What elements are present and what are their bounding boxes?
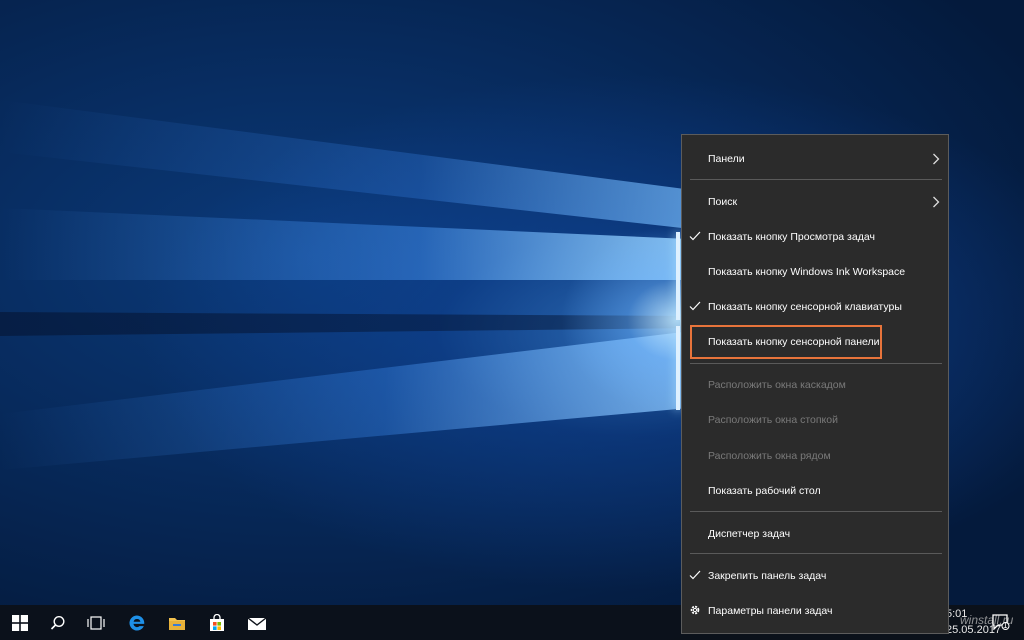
menu-separator [690,553,942,554]
menu-item-label: Расположить окна рядом [708,450,831,462]
menu-item-stack-windows: Расположить окна стопкой [682,405,948,435]
search-icon [50,615,66,631]
menu-item-show-touch-keyboard[interactable]: Показать кнопку сенсорной клавиатуры [682,292,948,322]
menu-separator [690,511,942,512]
store-icon [208,613,226,632]
task-view-button[interactable] [76,605,116,640]
menu-item-lock-taskbar[interactable]: Закрепить панель задач [682,561,948,591]
wallpaper-window-edge [676,326,680,410]
menu-separator [690,363,942,364]
menu-item-label: Показать кнопку Просмотра задач [708,231,875,243]
menu-item-label: Диспетчер задач [708,528,791,540]
windows-start-icon [12,614,28,631]
menu-item-label: Поиск [708,196,738,208]
menu-item-panels[interactable]: Панели [682,144,948,174]
menu-item-show-task-view[interactable]: Показать кнопку Просмотра задач [682,222,948,252]
file-explorer-icon [168,615,186,631]
task-view-icon [87,615,105,630]
mail-icon [247,615,267,631]
wallpaper-light-beam [0,100,700,230]
checkmark-icon [689,300,701,312]
menu-item-label: Показать кнопку Windows Ink Workspace [708,266,906,278]
menu-item-label: Показать кнопку сенсорной клавиатуры [708,301,902,313]
menu-item-label: Панели [708,153,745,165]
menu-item-side-by-side-windows: Расположить окна рядом [682,441,948,471]
mail-button[interactable] [237,605,277,640]
chevron-right-icon [932,153,940,168]
menu-item-label: Расположить окна стопкой [708,414,838,426]
start-button[interactable] [0,605,40,640]
menu-item-label: Показать кнопку сенсорной панели [708,336,880,348]
store-button[interactable] [197,605,237,640]
menu-item-show-touchpad[interactable]: Показать кнопку сенсорной панели [682,327,948,357]
menu-item-label: Параметры панели задач [708,605,833,617]
menu-item-label: Показать рабочий стол [708,485,821,497]
menu-item-show-ink-workspace[interactable]: Показать кнопку Windows Ink Workspace [682,257,948,287]
edge-browser-button[interactable] [117,605,157,640]
wallpaper-window-glow [560,225,690,415]
menu-item-taskbar-settings[interactable]: Параметры панели задач [682,596,948,626]
taskbar-context-menu[interactable]: Панели Поиск Показать кнопку Просмотра з… [681,134,949,634]
menu-item-cascade-windows: Расположить окна каскадом [682,370,948,400]
edge-browser-icon [128,614,146,632]
search-button[interactable] [38,605,78,640]
notification-count: 1 [1003,621,1008,630]
menu-item-label: Расположить окна каскадом [708,379,846,391]
checkmark-icon [689,569,701,581]
menu-separator [690,179,942,180]
wallpaper-window-edge [676,232,680,320]
menu-item-label: Закрепить панель задач [708,570,827,582]
menu-item-search[interactable]: Поиск [682,187,948,217]
gear-icon [689,604,701,619]
menu-item-show-desktop[interactable]: Показать рабочий стол [682,476,948,506]
checkmark-icon [689,230,701,242]
file-explorer-button[interactable] [157,605,197,640]
chevron-right-icon [932,196,940,211]
notification-center-button[interactable]: 1 [992,614,1010,635]
menu-item-task-manager[interactable]: Диспетчер задач [682,519,948,549]
system-tray[interactable]: 5:01 25.05.2017 winstall.ru 1 [936,605,1024,640]
